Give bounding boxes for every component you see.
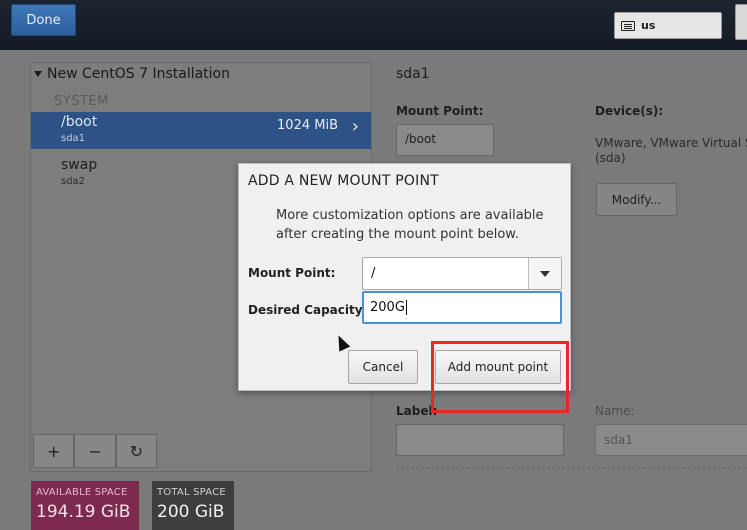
done-button[interactable]: Done — [11, 4, 76, 36]
remove-partition-button[interactable]: − — [74, 434, 116, 468]
desired-capacity-input[interactable]: 200G — [362, 291, 562, 324]
text-caret — [405, 300, 407, 315]
keyboard-layout-button[interactable]: us — [614, 12, 722, 39]
mount-point-label: Mount Point: — [396, 104, 484, 118]
mount-point-value: / — [371, 266, 376, 281]
devices-text: VMware, VMware Virtual S (sda) — [595, 136, 747, 165]
desired-capacity-label: Desired Capacity: — [248, 303, 368, 317]
name-input[interactable]: sda1 — [595, 424, 747, 456]
detail-title: sda1 — [396, 66, 430, 82]
chevron-down-icon — [540, 271, 550, 277]
modify-button[interactable]: Modify... — [596, 183, 677, 216]
name-field-label: Name: — [595, 404, 635, 418]
system-group-label: SYSTEM — [54, 94, 109, 109]
expand-triangle-icon — [34, 71, 42, 77]
available-space-box: AVAILABLE SPACE 194.19 GiB — [31, 481, 139, 530]
partition-device: sda2 — [61, 176, 86, 187]
help-button[interactable] — [735, 4, 747, 40]
installer-window: Done us New CentOS 7 Installation SYSTEM… — [0, 0, 747, 530]
total-space-label: TOTAL SPACE — [157, 487, 226, 498]
total-space-value: 200 GiB — [157, 502, 225, 522]
partition-name: swap — [61, 157, 98, 173]
desired-capacity-value: 200G — [370, 300, 405, 315]
partition-device: sda1 — [61, 133, 86, 144]
dialog-mount-point-label: Mount Point: — [248, 266, 336, 280]
add-partition-button[interactable]: + — [33, 434, 75, 468]
devices-label: Device(s): — [595, 104, 664, 118]
annotation-highlight-box — [431, 341, 569, 413]
reset-partitions-button[interactable]: ↻ — [115, 434, 157, 468]
chevron-right-icon: › — [351, 116, 359, 137]
installation-title: New CentOS 7 Installation — [47, 66, 230, 82]
header-bar: Done us — [0, 0, 747, 50]
keyboard-layout-label: us — [641, 19, 656, 32]
total-space-box: TOTAL SPACE 200 GiB — [152, 481, 234, 530]
installation-group-header[interactable]: New CentOS 7 Installation — [34, 66, 230, 82]
partition-size: 1024 MiB — [277, 118, 338, 133]
mount-point-field[interactable]: /boot — [396, 124, 494, 156]
available-space-value: 194.19 GiB — [36, 502, 131, 522]
mount-point-combobox[interactable]: / — [362, 257, 562, 290]
dropdown-toggle[interactable] — [528, 258, 561, 289]
partition-name: /boot — [61, 114, 98, 130]
partition-toolbar: + − ↻ — [33, 434, 157, 468]
dialog-title: ADD A NEW MOUNT POINT — [248, 173, 439, 189]
cancel-button[interactable]: Cancel — [348, 350, 418, 384]
partition-row-boot[interactable]: /boot sda1 1024 MiB › — [31, 112, 371, 149]
keyboard-icon — [621, 20, 635, 31]
dialog-description: More customization options are available… — [276, 208, 544, 242]
label-input[interactable] — [396, 424, 564, 456]
available-space-label: AVAILABLE SPACE — [36, 487, 128, 498]
detail-separator — [396, 468, 747, 469]
